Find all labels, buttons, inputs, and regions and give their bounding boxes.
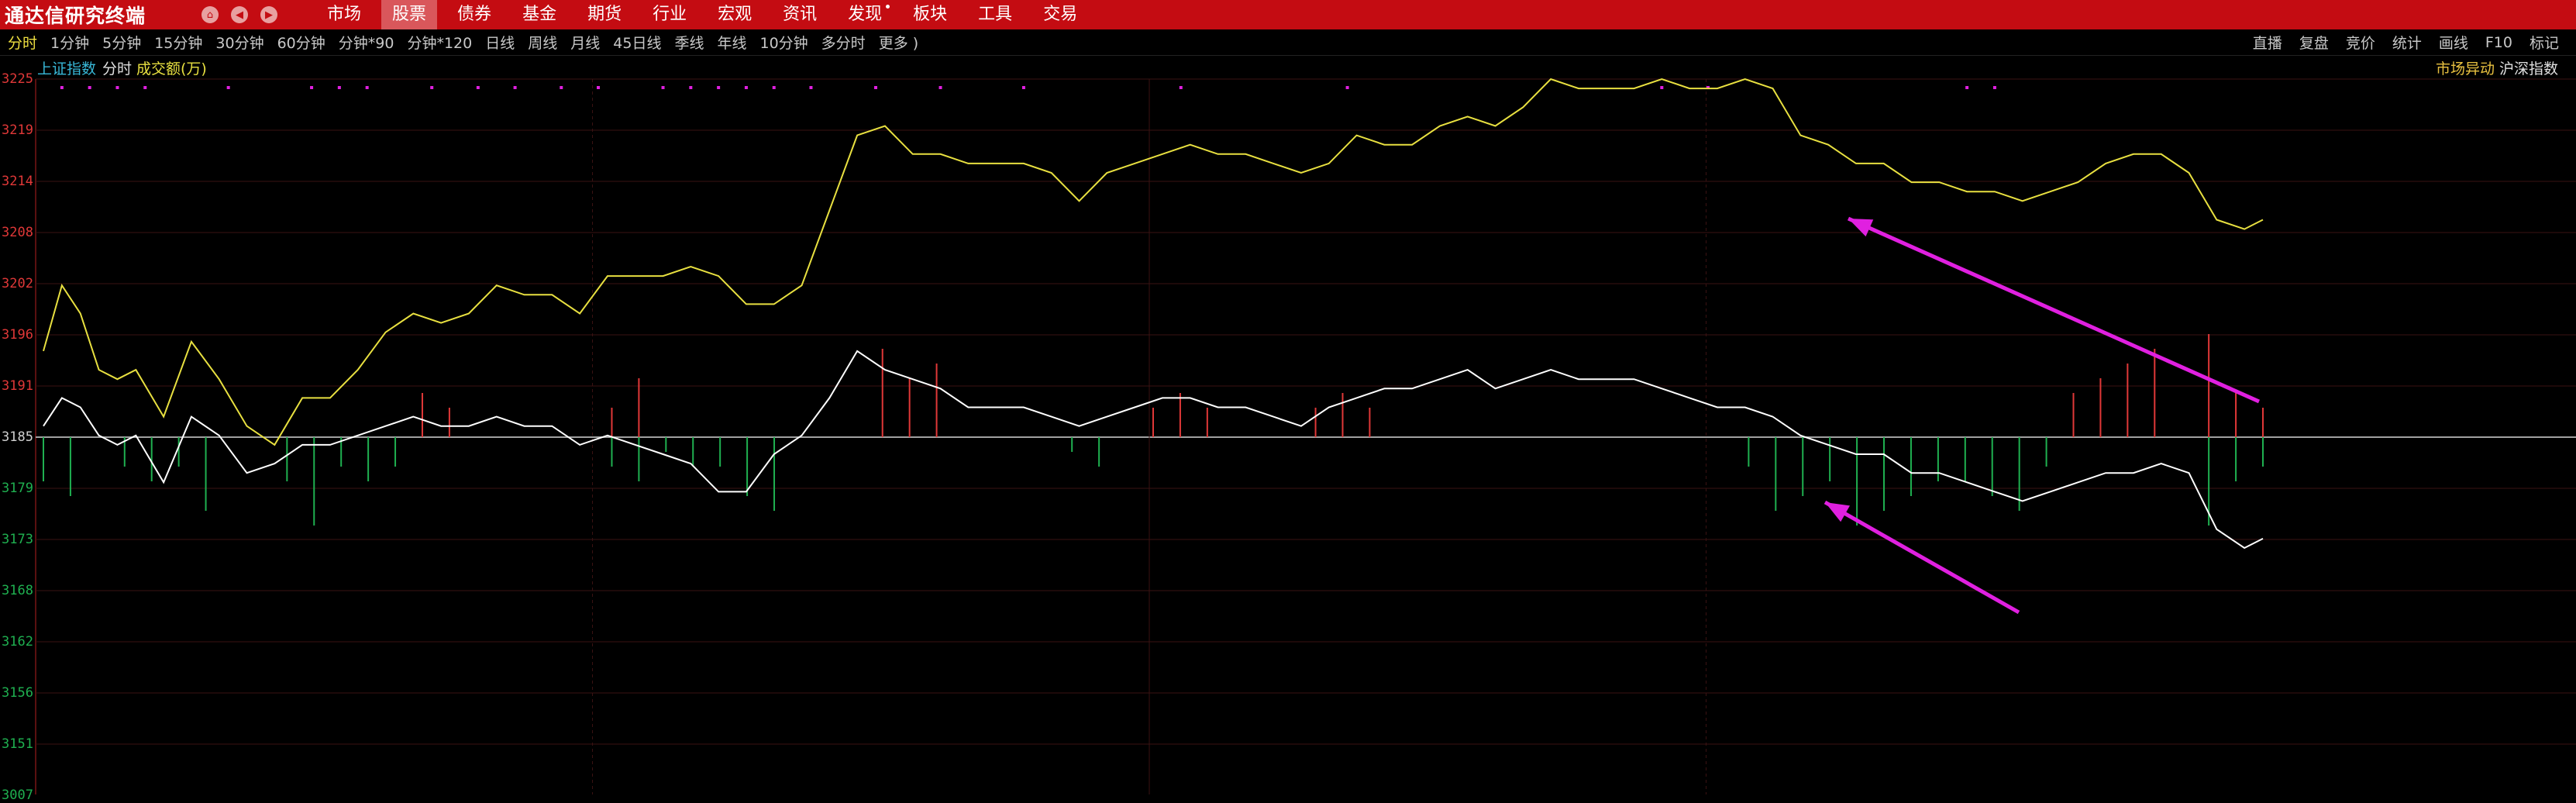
marker-dot xyxy=(874,86,877,89)
marker-dot xyxy=(143,86,147,89)
marker-dot xyxy=(88,86,91,89)
marker-dot xyxy=(938,86,942,89)
marker-dot xyxy=(1992,86,1996,89)
marker-dot xyxy=(597,86,600,89)
marker-dot xyxy=(476,86,480,89)
marker-dot xyxy=(744,86,748,89)
y-tick-label: 3151 xyxy=(2,736,33,752)
annotation-arrow-upper xyxy=(1847,216,2261,404)
average-price-line xyxy=(43,350,2264,550)
marker-dot xyxy=(717,86,721,89)
y-tick-label: 3173 xyxy=(2,532,33,547)
y-tick-label: 3185 xyxy=(2,429,33,445)
marker-dot xyxy=(60,86,64,89)
marker-dot xyxy=(1965,86,1969,89)
marker-dot xyxy=(1345,86,1349,89)
y-tick-label: 3208 xyxy=(2,225,33,240)
marker-dot xyxy=(365,86,369,89)
annotation-arrow-upper-head xyxy=(1848,219,1874,237)
y-tick-label: 3162 xyxy=(2,634,33,650)
marker-dot xyxy=(560,86,563,89)
marker-dot xyxy=(115,86,119,89)
marker-dot xyxy=(689,86,693,89)
y-tick-label: 3196 xyxy=(2,327,33,343)
index-price-line xyxy=(43,78,2264,446)
annotation-arrow-lower-head xyxy=(1825,502,1851,522)
y-tick-label: 3156 xyxy=(2,685,33,701)
marker-dot xyxy=(513,86,517,89)
y-tick-label: 3225 xyxy=(2,71,33,87)
marker-dot xyxy=(1021,86,1025,89)
marker-dot xyxy=(809,86,813,89)
intraday-chart[interactable] xyxy=(0,0,2576,794)
y-tick-label: 3179 xyxy=(2,481,33,496)
y-tick-label: 3214 xyxy=(2,174,33,189)
marker-dot xyxy=(310,86,314,89)
marker-dot xyxy=(1179,86,1183,89)
y-tick-label: 3191 xyxy=(2,378,33,394)
marker-dot xyxy=(337,86,341,89)
marker-dot xyxy=(1660,86,1664,89)
marker-dot xyxy=(226,86,230,89)
y-tick-label: 3007 xyxy=(2,787,33,803)
y-tick-label: 3202 xyxy=(2,276,33,291)
y-tick-label: 3219 xyxy=(2,122,33,138)
marker-dot xyxy=(772,86,776,89)
y-tick-label: 3168 xyxy=(2,583,33,598)
annotation-arrow-lower xyxy=(1824,500,2020,615)
marker-dot xyxy=(430,86,434,89)
marker-dot xyxy=(661,86,665,89)
